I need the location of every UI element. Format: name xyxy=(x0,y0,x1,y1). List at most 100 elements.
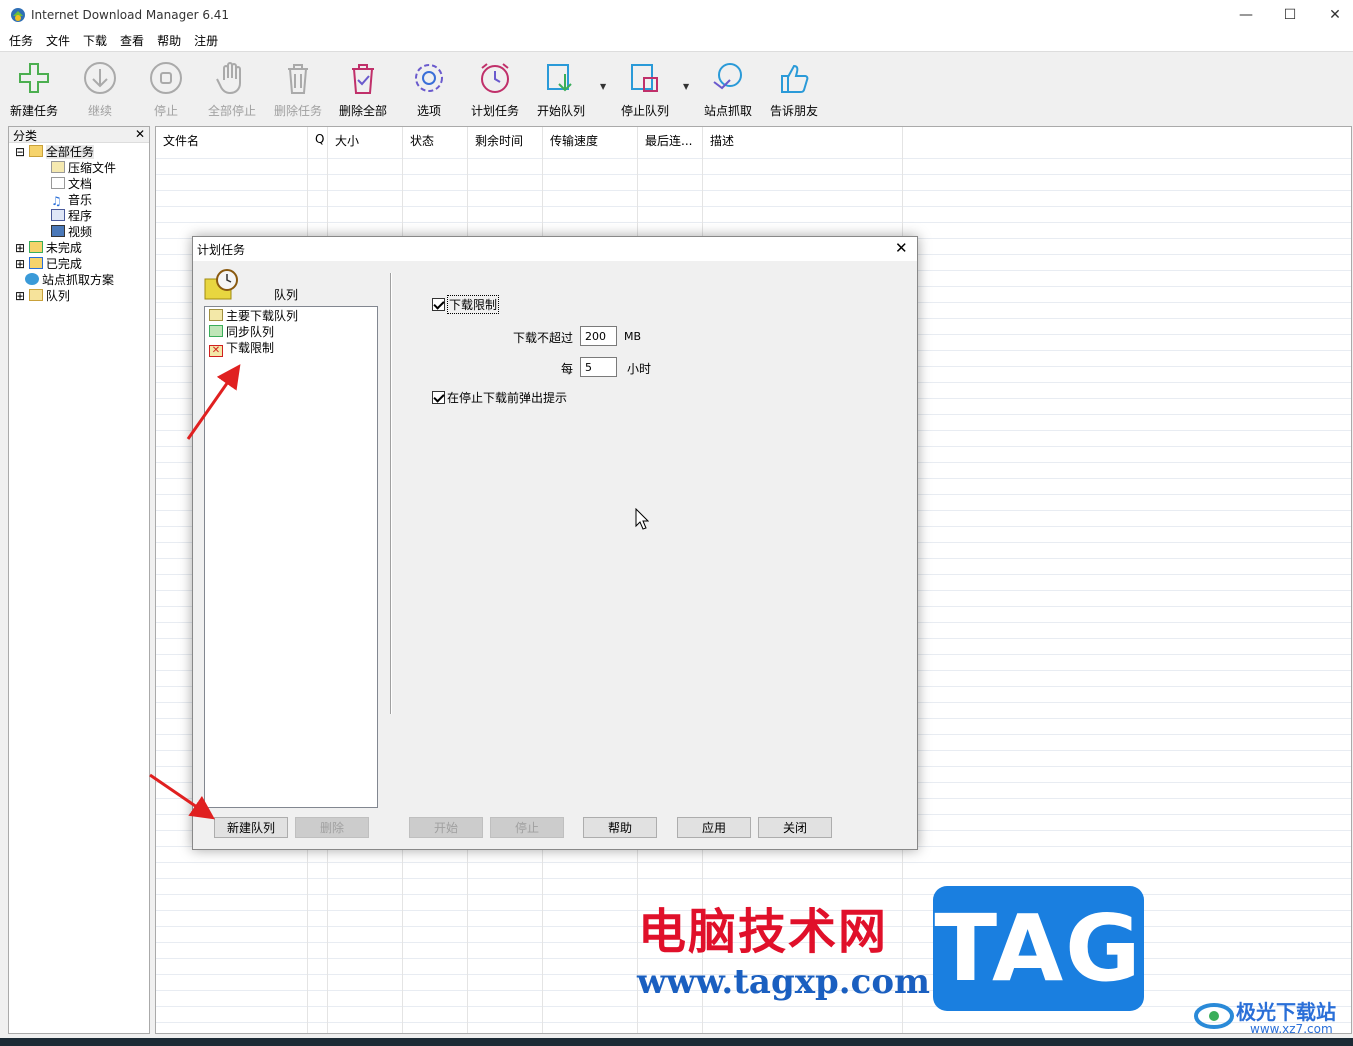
trash-check-icon xyxy=(352,64,374,94)
folder-open-icon xyxy=(28,145,43,157)
video-icon xyxy=(51,225,65,237)
help-button[interactable]: 帮助 xyxy=(583,817,657,838)
stop-button[interactable]: 停止 xyxy=(490,817,564,838)
close-button[interactable]: ✕ xyxy=(1312,0,1353,30)
dialog-title-bar: 计划任务 ✕ xyxy=(193,237,917,261)
delete-task-button[interactable]: 删除任务 xyxy=(267,60,329,122)
limit-amount-input[interactable]: 200 xyxy=(580,326,617,346)
aurora-logo-icon xyxy=(1194,1003,1234,1029)
queue-clock-icon xyxy=(209,309,223,321)
tree-music[interactable]: ♫ 音乐 xyxy=(51,192,92,208)
start-button[interactable]: 开始 xyxy=(409,817,483,838)
col-status[interactable]: 状态 xyxy=(403,127,468,155)
scheduler-dialog: 计划任务 ✕ 队列 主要下载队列 同步队列 ✕ 下载限制 下载限制 下载不超过 2… xyxy=(192,236,918,850)
mouse-cursor-icon xyxy=(635,508,649,530)
queue-item-sync[interactable]: 同步队列 xyxy=(209,324,274,340)
col-last-try[interactable]: 最后连... xyxy=(638,127,703,155)
close-icon[interactable]: ✕ xyxy=(135,127,145,141)
menu-help[interactable]: 帮助 xyxy=(157,32,181,49)
tree-compressed[interactable]: 压缩文件 xyxy=(51,160,116,176)
program-icon xyxy=(51,209,65,221)
tell-friend-button[interactable]: 告诉朋友 xyxy=(763,60,825,122)
tree-finished[interactable]: ⊞ 已完成 xyxy=(15,256,82,272)
delete-all-button[interactable]: 删除全部 xyxy=(332,60,394,122)
prompt-before-stop-checkbox[interactable] xyxy=(432,391,445,404)
options-button[interactable]: 选项 xyxy=(398,60,460,122)
start-queue-button[interactable]: 开始队列 xyxy=(530,60,592,122)
hand-icon xyxy=(216,62,241,95)
mb-unit-label: MB xyxy=(624,330,642,343)
queue-item-main[interactable]: 主要下载队列 xyxy=(209,308,298,324)
col-filename[interactable]: 文件名 xyxy=(156,127,308,155)
menu-view[interactable]: 查看 xyxy=(120,32,144,49)
delete-queue-button[interactable]: 删除 xyxy=(295,817,369,838)
annotation-arrows xyxy=(149,364,241,820)
folder-download-icon xyxy=(28,241,43,253)
globe-grabber-icon xyxy=(713,63,742,90)
window-title: Internet Download Manager 6.41 xyxy=(31,8,230,22)
download-limit-checkbox[interactable] xyxy=(432,298,445,311)
download-limit-checkbox-row[interactable]: 下载限制 xyxy=(432,295,500,314)
title-bar: Internet Download Manager 6.41 — ☐ ✕ xyxy=(0,0,1353,30)
apply-button[interactable]: 应用 xyxy=(677,817,751,838)
hours-input[interactable]: 5 xyxy=(580,357,617,377)
prompt-before-stop-label: 在停止下载前弹出提示 xyxy=(447,391,568,405)
stop-queue-dropdown-icon[interactable]: ▼ xyxy=(683,82,689,91)
new-task-button[interactable]: 新建任务 xyxy=(3,60,65,122)
taskbar xyxy=(0,1038,1353,1046)
col-description[interactable]: 描述 xyxy=(703,127,903,155)
watermark-tag-logo: TAG xyxy=(933,886,1144,1011)
alarm-clock-icon xyxy=(204,269,238,300)
folder-icon xyxy=(28,289,43,301)
stop-all-button[interactable]: 全部停止 xyxy=(201,60,263,122)
tree-programs[interactable]: 程序 xyxy=(51,208,92,224)
col-speed[interactable]: 传输速度 xyxy=(543,127,638,155)
idm-logo-icon xyxy=(11,8,25,22)
arrow-to-queue-item xyxy=(186,364,241,440)
col-size[interactable]: 大小 xyxy=(328,127,403,155)
arrow-to-new-queue xyxy=(149,773,215,820)
tree-documents[interactable]: 文档 xyxy=(51,176,92,192)
menu-bar: 任务 文件 下载 查看 帮助 注册 xyxy=(0,30,1353,51)
tree-unfinished[interactable]: ⊞ 未完成 xyxy=(15,240,82,256)
trash-icon xyxy=(288,64,308,94)
close-dialog-button[interactable]: 关闭 xyxy=(758,817,832,838)
site-grabber-button[interactable]: 站点抓取 xyxy=(697,60,759,122)
archive-icon xyxy=(51,161,65,173)
stop-queue-button[interactable]: 停止队列 xyxy=(614,60,676,122)
tree-grabber-projects[interactable]: 站点抓取方案 xyxy=(25,272,114,288)
download-limit-label: 下载限制 xyxy=(447,295,500,314)
stop-button[interactable]: 停止 xyxy=(135,60,197,122)
queue-stop-icon xyxy=(631,64,658,92)
dialog-close-icon[interactable]: ✕ xyxy=(895,239,908,257)
tree-queues[interactable]: ⊞ 队列 xyxy=(15,288,70,304)
every-label: 每 xyxy=(561,362,574,376)
watermark-url: www.tagxp.com xyxy=(637,962,930,1002)
plus-icon xyxy=(19,63,49,93)
tree-all-tasks[interactable]: ⊟ 全部任务 xyxy=(15,144,94,160)
tree-video[interactable]: 视频 xyxy=(51,224,92,240)
watermark-site-name: 电脑技术网 xyxy=(638,904,889,960)
stop-circle-icon xyxy=(150,62,182,94)
menu-download[interactable]: 下载 xyxy=(83,32,107,49)
music-icon: ♫ xyxy=(51,194,62,208)
no-more-than-label: 下载不超过 xyxy=(513,331,574,345)
menu-file[interactable]: 文件 xyxy=(46,32,70,49)
watermark-brand2-url: www.xz7.com xyxy=(1250,1022,1333,1036)
col-time-left[interactable]: 剩余时间 xyxy=(468,127,543,155)
resume-button[interactable]: 继续 xyxy=(69,60,131,122)
thumbs-up-icon xyxy=(781,64,809,93)
gear-icon xyxy=(415,64,443,92)
col-q[interactable]: Q xyxy=(308,127,328,155)
minimize-button[interactable]: — xyxy=(1223,0,1269,30)
prompt-checkbox-row[interactable]: 在停止下载前弹出提示 xyxy=(432,389,567,406)
category-panel: 分类 ✕ ⊟ 全部任务 压缩文件 文档 ♫ 音乐 程序 视频 ⊞ 未完成 ⊞ 已完… xyxy=(8,126,150,1034)
panel-divider xyxy=(390,273,392,714)
folder-check-icon xyxy=(28,257,43,269)
menu-task[interactable]: 任务 xyxy=(9,32,33,49)
menu-register[interactable]: 注册 xyxy=(194,32,218,49)
maximize-button[interactable]: ☐ xyxy=(1267,0,1313,30)
scheduler-button[interactable]: 计划任务 xyxy=(464,60,526,122)
queue-sync-icon xyxy=(209,325,223,337)
start-queue-dropdown-icon[interactable]: ▼ xyxy=(600,82,606,91)
